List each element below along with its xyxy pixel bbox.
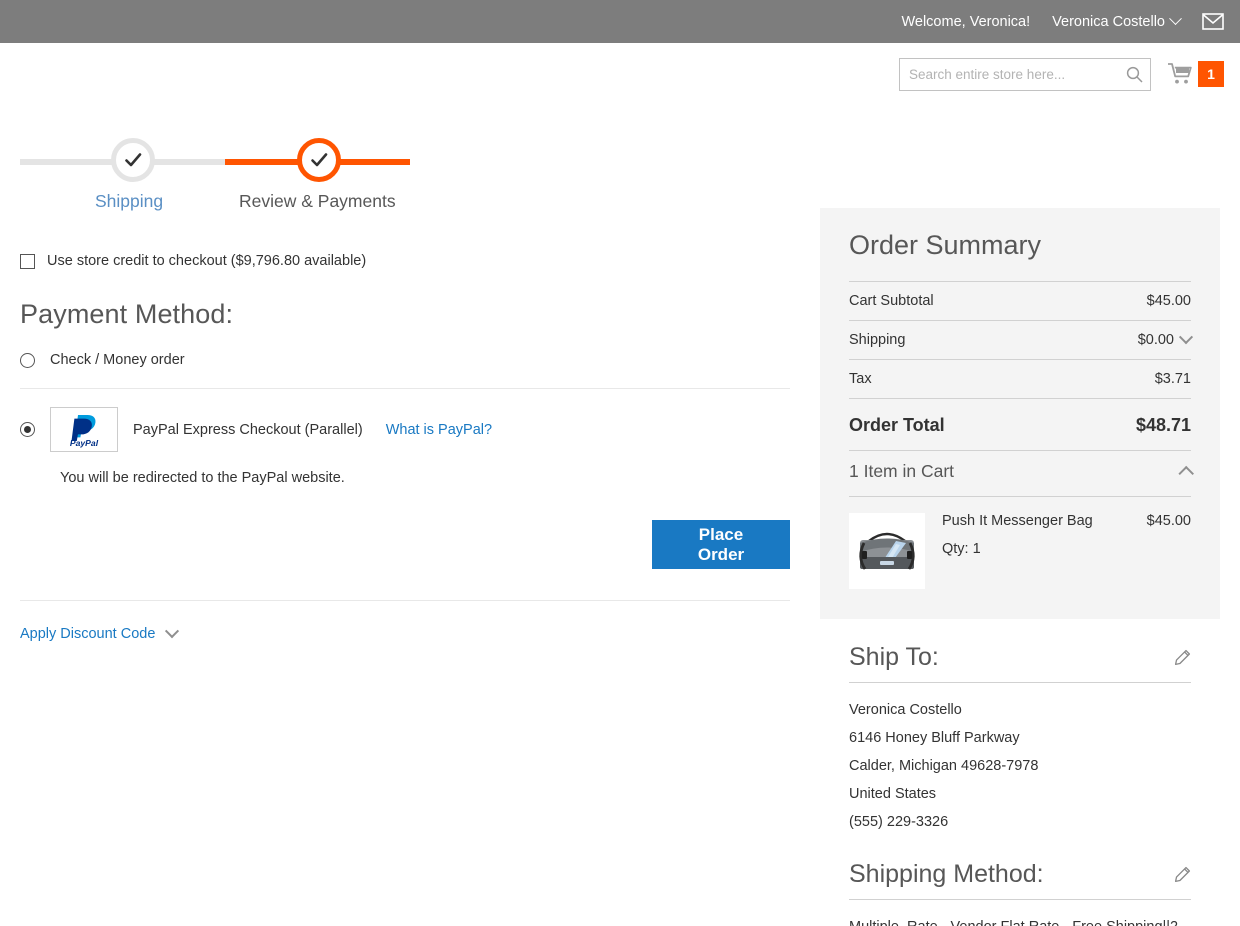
search-box[interactable] <box>899 57 1151 91</box>
paypal-logo-icon: PayPal <box>70 414 99 448</box>
chevron-up-icon[interactable] <box>1178 465 1194 482</box>
summary-row-cart-subtotal: Cart Subtotal $45.00 <box>849 281 1191 320</box>
chevron-down-icon[interactable] <box>1178 330 1194 345</box>
product-name: Push It Messenger Bag <box>942 513 1093 529</box>
account-name-label: Veronica Costello <box>1052 13 1165 30</box>
place-order-button[interactable]: Place Order <box>652 520 790 569</box>
shipping-value-toggle[interactable]: $0.00 <box>1137 330 1194 348</box>
product-thumbnail <box>849 513 925 589</box>
summary-row-label: Tax <box>849 371 872 387</box>
search-input[interactable] <box>899 57 1151 91</box>
payment-option-label: Check / Money order <box>50 352 185 368</box>
what-is-paypal-link[interactable]: What is PayPal? <box>386 422 492 438</box>
items-in-cart-toggle[interactable]: 1 Item in Cart <box>849 450 1194 496</box>
shipping-method-value: Multiple_Rate - Vendor Flat Rate - Free … <box>849 919 1191 926</box>
shipping-method-title: Shipping Method: <box>849 860 1044 888</box>
summary-row-value: $3.71 <box>1154 371 1191 387</box>
order-total-value: $48.71 <box>1135 415 1191 435</box>
product-details: Push It Messenger Bag Qty: 1 <box>942 513 1130 589</box>
address-line: (555) 229-3326 <box>849 814 949 830</box>
search-icon[interactable] <box>1126 66 1143 83</box>
store-credit-row[interactable]: Use store credit to checkout ($9,796.80 … <box>20 253 790 269</box>
address-line: Veronica Costello <box>849 702 962 718</box>
cart-link[interactable]: 1 <box>1167 61 1224 87</box>
place-order-row: Place Order <box>20 520 790 569</box>
summary-row-label: Cart Subtotal <box>849 293 934 309</box>
ship-to-block: Ship To: Veronica Costello 6146 Honey Bl… <box>820 643 1220 830</box>
summary-row-label: Shipping <box>849 332 906 348</box>
cart-count-badge: 1 <box>1198 61 1224 87</box>
header-utilities: 1 <box>894 43 1224 105</box>
summary-row-shipping: Shipping $0.00 <box>849 320 1194 359</box>
welcome-message: Welcome, Veronica! <box>901 13 1031 30</box>
address-line: 6146 Honey Bluff Parkway <box>849 730 1020 746</box>
apply-discount-code-row[interactable]: Apply Discount Code <box>20 600 790 642</box>
order-total-label: Order Total <box>849 415 945 435</box>
pencil-icon[interactable] <box>1174 649 1191 666</box>
summary-row-value: $45.00 <box>1146 293 1191 309</box>
summary-row-tax: Tax $3.71 <box>849 359 1191 398</box>
checkout-progress-bar: Shipping Review & Payments <box>20 138 790 213</box>
paypal-redirect-note: You will be redirected to the PayPal web… <box>60 470 345 486</box>
progress-step-shipping-node[interactable] <box>111 138 155 182</box>
address-line: United States <box>849 786 937 802</box>
items-in-cart-label: 1 Item in Cart <box>849 461 955 481</box>
summary-row-order-total: Order Total $48.71 <box>849 398 1191 450</box>
chevron-down-icon[interactable] <box>165 624 180 639</box>
checkout-main-column: Shipping Review & Payments Use store cre… <box>20 138 790 642</box>
store-credit-label: Use store credit to checkout ($9,796.80 … <box>47 253 367 269</box>
progress-step-label-shipping[interactable]: Shipping <box>95 191 163 212</box>
shipping-method-header: Shipping Method: <box>849 860 1191 900</box>
top-header-bar: Welcome, Veronica! Veronica Costello <box>0 0 1240 43</box>
product-price: $45.00 <box>1146 513 1191 529</box>
payment-option-label: PayPal Express Checkout (Parallel) <box>133 421 363 438</box>
progress-step-label-review: Review & Payments <box>239 191 396 211</box>
account-menu[interactable]: Veronica Costello <box>1052 12 1182 30</box>
check-icon <box>125 153 142 167</box>
summary-row-value: $0.00 <box>1137 332 1174 348</box>
product-qty: Qty: 1 <box>942 541 981 557</box>
ship-to-title: Ship To: <box>849 643 939 671</box>
shipping-method-block: Shipping Method: Multiple_Rate - Vendor … <box>820 860 1220 926</box>
envelope-icon[interactable] <box>1202 13 1224 30</box>
radio-check-money-order[interactable] <box>20 352 35 368</box>
radio-paypal-express[interactable] <box>20 422 35 437</box>
store-credit-checkbox[interactable] <box>20 253 35 269</box>
payment-option-check-money-order[interactable]: Check / Money order <box>20 330 790 388</box>
order-summary-title: Order Summary <box>849 230 1042 260</box>
pencil-icon[interactable] <box>1174 866 1191 883</box>
cart-item-row: Push It Messenger Bag Qty: 1 $45.00 <box>849 496 1191 589</box>
cart-icon <box>1168 63 1192 84</box>
apply-discount-code-link[interactable]: Apply Discount Code <box>20 626 155 642</box>
paypal-logo-box: PayPal <box>50 407 118 452</box>
order-summary-panel: Order Summary Cart Subtotal $45.00 Shipp… <box>820 208 1220 619</box>
payment-method-title: Payment Method: <box>20 299 234 329</box>
progress-step-review-node[interactable] <box>297 138 341 182</box>
payment-option-paypal[interactable]: PayPal PayPal Express Checkout (Parallel… <box>20 389 790 456</box>
svg-text:PayPal: PayPal <box>70 438 99 448</box>
check-icon <box>311 153 328 167</box>
ship-to-header: Ship To: <box>849 643 1191 683</box>
address-line: Calder, Michigan 49628-7978 <box>849 758 1039 774</box>
checkout-sidebar: Order Summary Cart Subtotal $45.00 Shipp… <box>820 208 1220 926</box>
chevron-down-icon <box>1169 12 1182 26</box>
messenger-bag-icon <box>849 513 925 589</box>
